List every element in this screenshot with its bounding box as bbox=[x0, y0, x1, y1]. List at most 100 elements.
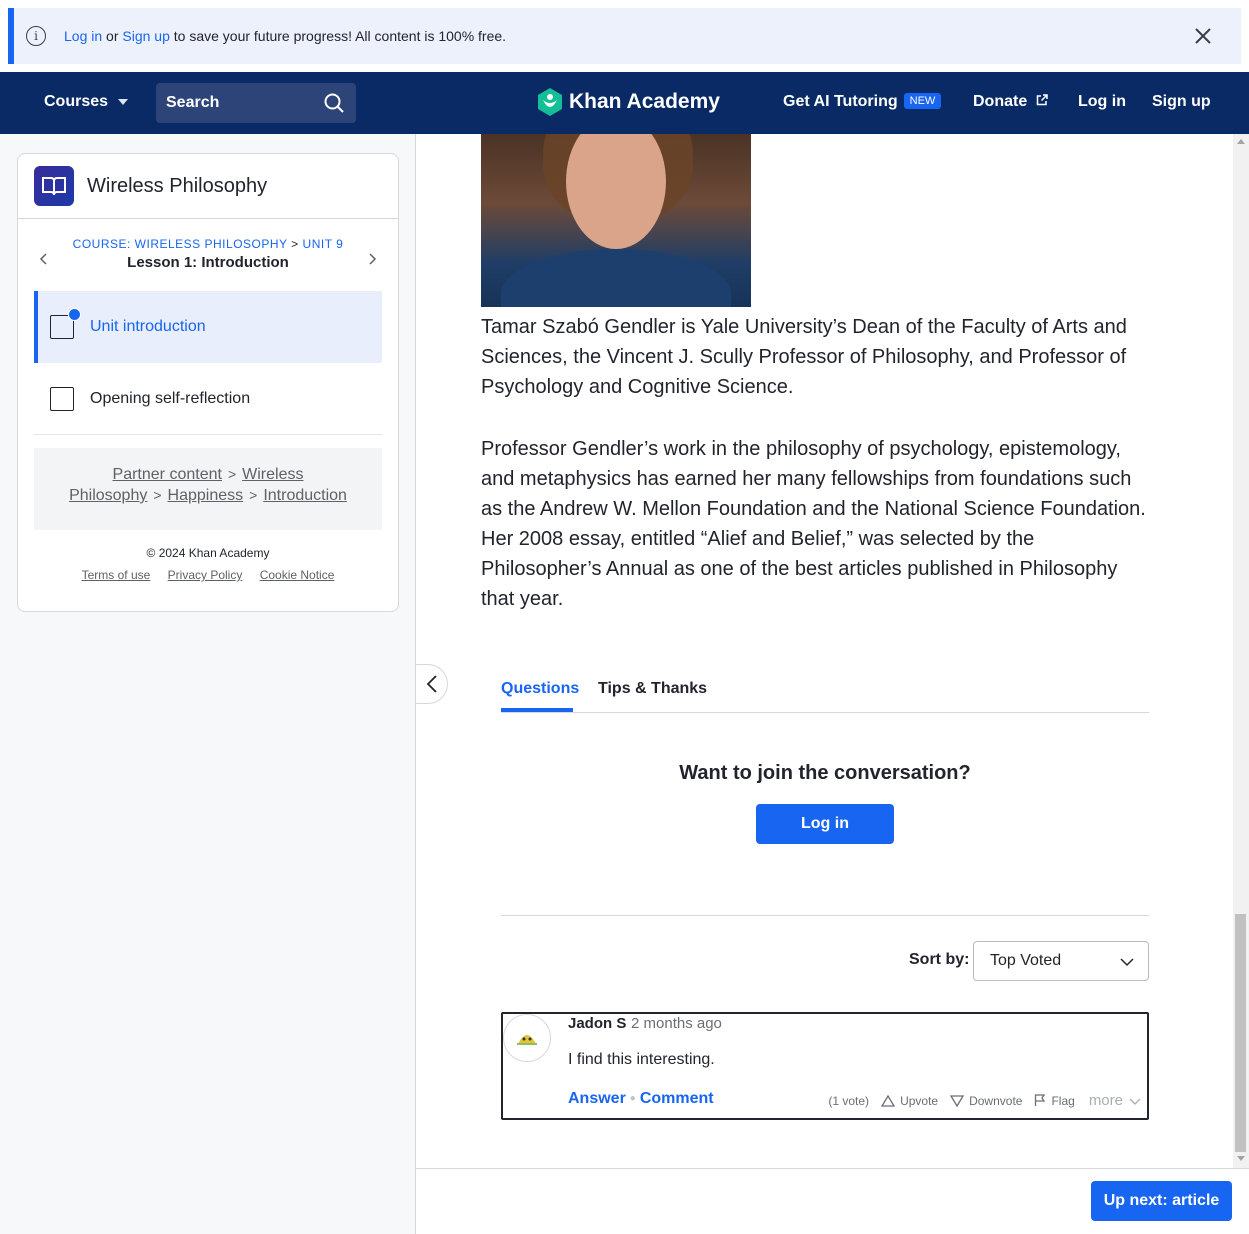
up-next-button[interactable]: Up next: article bbox=[1091, 1181, 1232, 1221]
collapse-sidebar-button[interactable] bbox=[416, 664, 448, 704]
privacy-link[interactable]: Privacy Policy bbox=[168, 568, 243, 582]
logo-text: Khan Academy bbox=[569, 90, 720, 113]
sidebar-item-unit-introduction[interactable]: Unit introduction bbox=[34, 291, 382, 363]
login-link[interactable]: Log in bbox=[1078, 93, 1126, 111]
partner-content-link[interactable]: Partner content bbox=[113, 466, 222, 483]
chevron-down-icon bbox=[1120, 958, 1134, 967]
happiness-link[interactable]: Happiness bbox=[168, 487, 244, 504]
ai-tutoring-link[interactable]: Get AI Tutoring NEW bbox=[783, 93, 942, 111]
scrollbar[interactable] bbox=[1233, 134, 1249, 1168]
banner-message: Log in or Sign up to save your future pr… bbox=[64, 28, 506, 44]
tab-tips-thanks[interactable]: Tips & Thanks bbox=[598, 680, 707, 698]
copyright: © 2024 Khan Academy bbox=[146, 546, 270, 560]
upvote-label: Upvote bbox=[900, 1093, 939, 1108]
vote-count: (1 vote) bbox=[828, 1093, 870, 1108]
discussion-tabs: Questions Tips & Thanks bbox=[501, 666, 1149, 713]
course-sidebar-card: Wireless Philosophy COURSE: WIRELESS PHI… bbox=[17, 153, 399, 612]
flag-label: Flag bbox=[1051, 1093, 1075, 1108]
author-portrait bbox=[481, 134, 751, 307]
banner-login-link[interactable]: Log in bbox=[64, 28, 102, 44]
sort-value: Top Voted bbox=[990, 952, 1062, 969]
downvote-button[interactable]: Downvote bbox=[950, 1094, 1022, 1108]
sidebar-item-opening-self-reflection[interactable]: Opening self-reflection bbox=[34, 363, 382, 435]
footer-links: Terms of use Privacy Policy Cookie Notic… bbox=[18, 568, 398, 582]
breadcrumb-course[interactable]: COURSE: WIRELESS PHILOSOPHY bbox=[73, 237, 288, 251]
more-label: more bbox=[1088, 1092, 1123, 1109]
answer-link[interactable]: Answer bbox=[568, 1090, 626, 1107]
upvote-button[interactable]: Upvote bbox=[881, 1094, 938, 1108]
sidebar-item-label: Unit introduction bbox=[90, 318, 206, 335]
scrollbar-thumb[interactable] bbox=[1235, 914, 1246, 1152]
terms-link[interactable]: Terms of use bbox=[82, 568, 151, 582]
flag-button[interactable]: Flag bbox=[1034, 1093, 1075, 1108]
donate-link[interactable]: Donate bbox=[973, 93, 1048, 111]
login-button[interactable]: Log in bbox=[756, 804, 894, 844]
separator: > bbox=[249, 487, 258, 503]
downvote-icon bbox=[950, 1094, 965, 1107]
tab-questions[interactable]: Questions bbox=[501, 680, 579, 698]
flag-icon bbox=[1035, 1094, 1046, 1106]
divider bbox=[501, 915, 1149, 916]
cookie-link[interactable]: Cookie Notice bbox=[260, 568, 335, 582]
article-icon bbox=[50, 386, 74, 411]
partner-breadcrumb: Partner content > Wireless Philosophy > Happ… bbox=[34, 448, 382, 530]
scroll-down-icon[interactable] bbox=[1237, 1156, 1245, 1161]
khan-academy-logo-icon bbox=[538, 88, 562, 116]
article-paragraph: Professor Gendler’s work in the philosop… bbox=[481, 438, 1146, 610]
comment-meta: (1 vote) Upvote Downvote Flag more bbox=[828, 1092, 1141, 1109]
sidebar-item-label: Opening self-reflection bbox=[90, 389, 251, 407]
sort-select[interactable]: Top Voted bbox=[973, 941, 1149, 981]
caret-down-icon bbox=[118, 99, 129, 105]
breadcrumb-unit[interactable]: UNIT 9 bbox=[303, 237, 344, 251]
bottom-bar: Up next: article bbox=[416, 1168, 1249, 1234]
active-tab-indicator bbox=[501, 708, 573, 712]
search-icon[interactable] bbox=[324, 93, 344, 113]
separator: > bbox=[227, 466, 237, 482]
banner-signup-link[interactable]: Sign up bbox=[122, 28, 169, 44]
avatar bbox=[503, 1014, 551, 1062]
courses-menu[interactable]: Courses bbox=[44, 93, 129, 111]
dot-separator: ● bbox=[629, 1093, 636, 1104]
top-nav: Courses Khan Academy Get AI TutoringNEW … bbox=[0, 72, 1249, 134]
introduction-link[interactable]: Introduction bbox=[263, 487, 347, 504]
signup-link[interactable]: Sign up bbox=[1152, 93, 1211, 111]
upvote-icon bbox=[881, 1094, 896, 1107]
article-icon bbox=[50, 308, 81, 339]
breadcrumb-separator: > bbox=[291, 237, 299, 251]
philosophy-link[interactable]: Philosophy bbox=[69, 487, 147, 504]
comment-link[interactable]: Comment bbox=[640, 1090, 714, 1107]
banner-text: to save your future progress! All conten… bbox=[173, 28, 507, 44]
chevron-left-icon[interactable] bbox=[38, 253, 50, 265]
close-icon[interactable] bbox=[1191, 24, 1215, 48]
comment-body: I find this interesting. bbox=[568, 1051, 715, 1068]
course-title: Wireless Philosophy bbox=[87, 174, 268, 197]
signup-banner: i Log in or Sign up to save your future … bbox=[8, 8, 1241, 64]
comment-actions: Answer ● Comment bbox=[568, 1090, 714, 1108]
khan-academy-logo[interactable]: Khan Academy bbox=[537, 88, 720, 116]
comment-author[interactable]: Jadon S bbox=[568, 1015, 626, 1032]
comment-time: 2 months ago bbox=[631, 1015, 722, 1032]
chevron-down-icon bbox=[1129, 1098, 1141, 1105]
course-header[interactable]: Wireless Philosophy bbox=[18, 154, 398, 219]
lesson-nav: COURSE: WIRELESS PHILOSOPHY > UNIT 9 Les… bbox=[18, 219, 398, 291]
join-conversation-prompt: Want to join the conversation? bbox=[679, 762, 971, 784]
search-box[interactable] bbox=[156, 83, 356, 123]
donate-label: Donate bbox=[973, 93, 1028, 110]
wireless-link[interactable]: Wireless bbox=[242, 466, 303, 483]
check-icon bbox=[68, 308, 81, 321]
external-link-icon bbox=[1036, 94, 1048, 106]
info-icon: i bbox=[26, 26, 46, 46]
article-paragraph: Tamar Szabó Gendler is Yale University’s… bbox=[481, 316, 1127, 398]
ai-tutoring-label: Get AI Tutoring bbox=[783, 93, 898, 110]
comment-card: Jadon S 2 months ago I find this interes… bbox=[501, 1012, 1149, 1120]
scroll-up-icon[interactable] bbox=[1237, 139, 1245, 144]
downvote-label: Downvote bbox=[969, 1093, 1023, 1108]
new-badge: NEW bbox=[903, 93, 942, 109]
chevron-left-icon bbox=[426, 675, 437, 693]
search-input[interactable] bbox=[166, 94, 316, 112]
more-button[interactable]: more bbox=[1089, 1092, 1141, 1109]
banner-or: or bbox=[106, 28, 119, 44]
book-icon bbox=[34, 166, 74, 206]
sort-label: Sort by: bbox=[909, 951, 970, 968]
chevron-right-icon[interactable] bbox=[366, 253, 378, 265]
